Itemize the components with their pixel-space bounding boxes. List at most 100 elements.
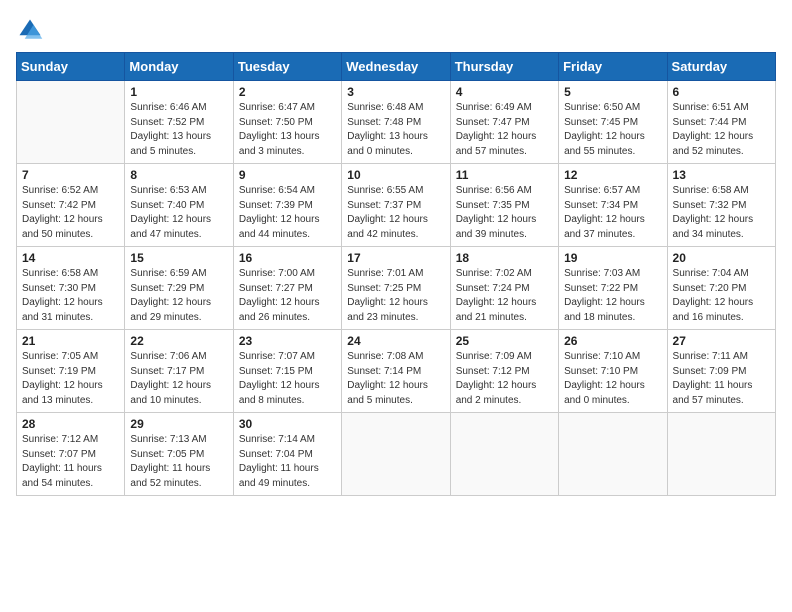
day-number: 6 [673,85,770,99]
day-info: Sunrise: 6:57 AM Sunset: 7:34 PM Dayligh… [564,184,661,242]
weekday-header: Monday [125,53,233,81]
day-info: Sunrise: 7:07 AM Sunset: 7:15 PM Dayligh… [239,350,336,408]
calendar-cell: 9 Sunrise: 6:54 AM Sunset: 7:39 PM Daylig… [233,164,341,247]
day-number: 7 [22,168,119,182]
day-number: 5 [564,85,661,99]
day-number: 21 [22,334,119,348]
calendar-cell: 11 Sunrise: 6:56 AM Sunset: 7:35 PM Dayli… [450,164,558,247]
day-info: Sunrise: 7:13 AM Sunset: 7:05 PM Dayligh… [130,433,227,491]
day-info: Sunrise: 7:12 AM Sunset: 7:07 PM Dayligh… [22,433,119,491]
day-number: 24 [347,334,444,348]
calendar-header-row: SundayMondayTuesdayWednesdayThursdayFrid… [17,53,776,81]
day-info: Sunrise: 7:09 AM Sunset: 7:12 PM Dayligh… [456,350,553,408]
calendar-week-row: 28 Sunrise: 7:12 AM Sunset: 7:07 PM Dayli… [17,413,776,496]
day-info: Sunrise: 7:10 AM Sunset: 7:10 PM Dayligh… [564,350,661,408]
calendar-cell: 13 Sunrise: 6:58 AM Sunset: 7:32 PM Dayli… [667,164,775,247]
calendar-cell: 1 Sunrise: 6:46 AM Sunset: 7:52 PM Daylig… [125,81,233,164]
calendar-week-row: 14Sunrise: 6:58 AM Sunset: 7:30 PM Dayli… [17,247,776,330]
day-info: Sunrise: 7:04 AM Sunset: 7:20 PM Dayligh… [673,267,770,325]
calendar-cell: 8 Sunrise: 6:53 AM Sunset: 7:40 PM Daylig… [125,164,233,247]
day-info: Sunrise: 6:52 AM Sunset: 7:42 PM Dayligh… [22,184,119,242]
day-number: 25 [456,334,553,348]
day-info: Sunrise: 7:11 AM Sunset: 7:09 PM Dayligh… [673,350,770,408]
calendar-cell: 6 Sunrise: 6:51 AM Sunset: 7:44 PM Daylig… [667,81,775,164]
logo-icon [16,16,44,44]
day-info: Sunrise: 6:56 AM Sunset: 7:35 PM Dayligh… [456,184,553,242]
day-info: Sunrise: 7:03 AM Sunset: 7:22 PM Dayligh… [564,267,661,325]
day-info: Sunrise: 7:05 AM Sunset: 7:19 PM Dayligh… [22,350,119,408]
calendar-cell: 2 Sunrise: 6:47 AM Sunset: 7:50 PM Daylig… [233,81,341,164]
calendar-cell: 30Sunrise: 7:14 AM Sunset: 7:04 PM Dayli… [233,413,341,496]
calendar-week-row: 7 Sunrise: 6:52 AM Sunset: 7:42 PM Daylig… [17,164,776,247]
day-number: 16 [239,251,336,265]
calendar-cell: 14Sunrise: 6:58 AM Sunset: 7:30 PM Dayli… [17,247,125,330]
day-number: 28 [22,417,119,431]
weekday-header: Thursday [450,53,558,81]
calendar-cell: 16 Sunrise: 7:00 AM Sunset: 7:27 PM Dayli… [233,247,341,330]
weekday-header: Sunday [17,53,125,81]
calendar-cell: 22 Sunrise: 7:06 AM Sunset: 7:17 PM Dayli… [125,330,233,413]
day-number: 11 [456,168,553,182]
day-number: 1 [130,85,227,99]
weekday-header: Saturday [667,53,775,81]
calendar-cell [450,413,558,496]
day-number: 3 [347,85,444,99]
calendar-cell [667,413,775,496]
day-number: 29 [130,417,227,431]
calendar-cell: 7 Sunrise: 6:52 AM Sunset: 7:42 PM Daylig… [17,164,125,247]
day-number: 13 [673,168,770,182]
day-number: 20 [673,251,770,265]
day-info: Sunrise: 7:02 AM Sunset: 7:24 PM Dayligh… [456,267,553,325]
weekday-header: Wednesday [342,53,450,81]
day-info: Sunrise: 6:49 AM Sunset: 7:47 PM Dayligh… [456,101,553,159]
calendar-week-row: 1 Sunrise: 6:46 AM Sunset: 7:52 PM Daylig… [17,81,776,164]
calendar-cell: 25 Sunrise: 7:09 AM Sunset: 7:12 PM Dayli… [450,330,558,413]
day-number: 17 [347,251,444,265]
calendar-cell: 12 Sunrise: 6:57 AM Sunset: 7:34 PM Dayli… [559,164,667,247]
calendar-cell: 28 Sunrise: 7:12 AM Sunset: 7:07 PM Dayli… [17,413,125,496]
calendar-cell: 18 Sunrise: 7:02 AM Sunset: 7:24 PM Dayli… [450,247,558,330]
calendar-cell: 27Sunrise: 7:11 AM Sunset: 7:09 PM Dayli… [667,330,775,413]
day-info: Sunrise: 6:46 AM Sunset: 7:52 PM Dayligh… [130,101,227,159]
calendar-cell: 24Sunrise: 7:08 AM Sunset: 7:14 PM Dayli… [342,330,450,413]
calendar-cell [17,81,125,164]
day-info: Sunrise: 7:06 AM Sunset: 7:17 PM Dayligh… [130,350,227,408]
calendar-week-row: 21 Sunrise: 7:05 AM Sunset: 7:19 PM Dayli… [17,330,776,413]
day-info: Sunrise: 6:54 AM Sunset: 7:39 PM Dayligh… [239,184,336,242]
calendar-cell: 3 Sunrise: 6:48 AM Sunset: 7:48 PM Daylig… [342,81,450,164]
day-number: 2 [239,85,336,99]
day-number: 4 [456,85,553,99]
day-number: 15 [130,251,227,265]
day-number: 22 [130,334,227,348]
day-info: Sunrise: 6:51 AM Sunset: 7:44 PM Dayligh… [673,101,770,159]
day-info: Sunrise: 6:58 AM Sunset: 7:32 PM Dayligh… [673,184,770,242]
day-number: 19 [564,251,661,265]
day-info: Sunrise: 7:14 AM Sunset: 7:04 PM Dayligh… [239,433,336,491]
calendar-cell: 29 Sunrise: 7:13 AM Sunset: 7:05 PM Dayli… [125,413,233,496]
day-number: 8 [130,168,227,182]
calendar-cell: 26 Sunrise: 7:10 AM Sunset: 7:10 PM Dayli… [559,330,667,413]
calendar-cell: 20 Sunrise: 7:04 AM Sunset: 7:20 PM Dayli… [667,247,775,330]
day-info: Sunrise: 6:47 AM Sunset: 7:50 PM Dayligh… [239,101,336,159]
calendar-cell: 5Sunrise: 6:50 AM Sunset: 7:45 PM Daylig… [559,81,667,164]
logo [16,16,48,44]
day-info: Sunrise: 6:58 AM Sunset: 7:30 PM Dayligh… [22,267,119,325]
day-number: 10 [347,168,444,182]
day-number: 9 [239,168,336,182]
weekday-header: Tuesday [233,53,341,81]
day-number: 12 [564,168,661,182]
calendar-cell: 23 Sunrise: 7:07 AM Sunset: 7:15 PM Dayli… [233,330,341,413]
calendar-table: SundayMondayTuesdayWednesdayThursdayFrid… [16,52,776,496]
page-header [16,16,776,44]
day-info: Sunrise: 7:01 AM Sunset: 7:25 PM Dayligh… [347,267,444,325]
day-info: Sunrise: 6:59 AM Sunset: 7:29 PM Dayligh… [130,267,227,325]
day-number: 18 [456,251,553,265]
day-number: 23 [239,334,336,348]
day-info: Sunrise: 6:48 AM Sunset: 7:48 PM Dayligh… [347,101,444,159]
day-info: Sunrise: 7:00 AM Sunset: 7:27 PM Dayligh… [239,267,336,325]
calendar-cell: 21 Sunrise: 7:05 AM Sunset: 7:19 PM Dayli… [17,330,125,413]
day-info: Sunrise: 6:53 AM Sunset: 7:40 PM Dayligh… [130,184,227,242]
day-info: Sunrise: 6:55 AM Sunset: 7:37 PM Dayligh… [347,184,444,242]
calendar-cell: 10 Sunrise: 6:55 AM Sunset: 7:37 PM Dayli… [342,164,450,247]
day-number: 26 [564,334,661,348]
